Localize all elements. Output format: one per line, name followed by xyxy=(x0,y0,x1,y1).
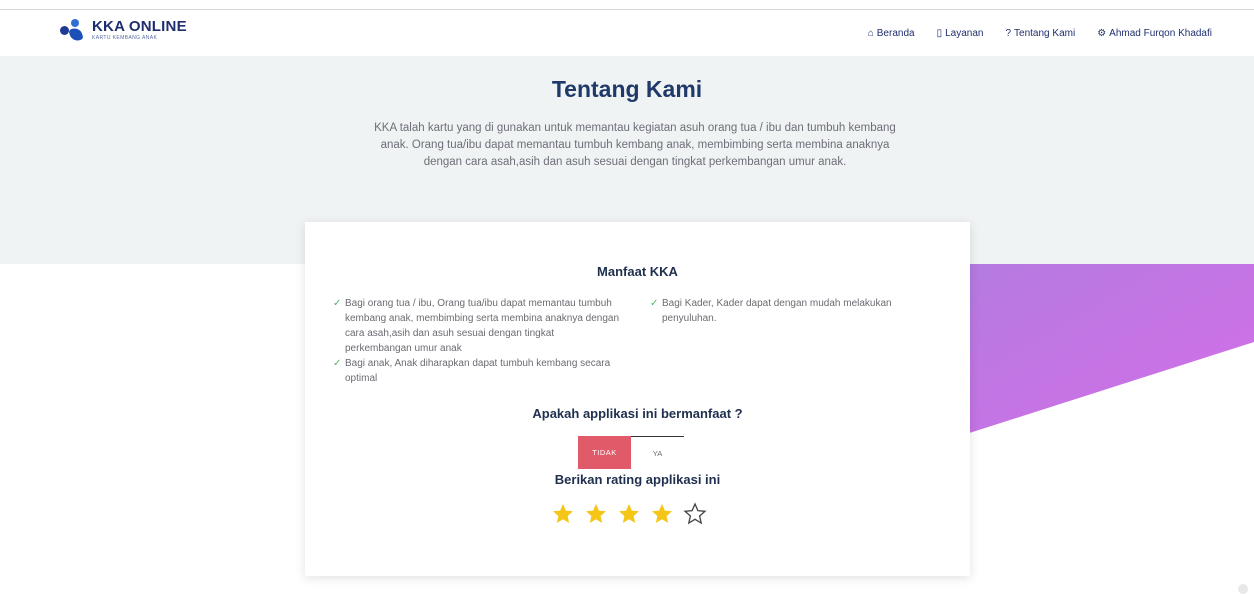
navbar: KKA ONLINE KARTU KEMBANG ANAK ⌂ Beranda … xyxy=(0,10,1254,56)
benefit-item: ✓ Bagi anak, Anak diharapkan dapat tumbu… xyxy=(333,358,611,384)
check-icon: ✓ xyxy=(333,358,342,369)
star-empty-icon[interactable] xyxy=(683,502,707,526)
brand-subtitle: KARTU KEMBANG ANAK xyxy=(92,35,158,41)
star-filled-icon[interactable] xyxy=(584,502,608,526)
nav-item-user[interactable]: ⚙ Ahmad Furqon Khadafi xyxy=(1097,28,1212,39)
nav-item-beranda[interactable]: ⌂ Beranda xyxy=(868,28,915,39)
check-icon: ✓ xyxy=(650,298,659,309)
no-button[interactable]: TIDAK xyxy=(578,436,631,469)
gear-icon: ⚙ xyxy=(1097,28,1107,39)
star-filled-icon[interactable] xyxy=(650,502,674,526)
yes-button[interactable]: YA xyxy=(631,436,684,469)
nav-label: Ahmad Furqon Khadafi xyxy=(1109,28,1212,39)
page-title: Tentang Kami xyxy=(551,76,703,102)
nav-item-layanan[interactable]: ▯ Layanan xyxy=(937,28,984,39)
rating-label: Berikan rating applikasi ini xyxy=(554,472,721,487)
nav-label: Tentang Kami xyxy=(1014,28,1076,39)
benefit-item: ✓ Bagi orang tua / ibu, Orang tua/ibu da… xyxy=(333,298,620,354)
nav-menu: ⌂ Beranda ▯ Layanan ? Tentang Kami ⚙ Ahm… xyxy=(868,28,1212,39)
manfaat-card: Manfaat KKA ✓ Bagi orang tua / ibu, Oran… xyxy=(305,222,970,576)
benefits-right: ✓ Bagi Kader, Kader dapat dengan mudah m… xyxy=(650,296,930,326)
home-icon: ⌂ xyxy=(867,28,874,39)
kka-logo-icon xyxy=(60,18,86,43)
scroll-indicator[interactable] xyxy=(1238,584,1248,594)
brand-title: KKA ONLINE xyxy=(92,18,187,35)
page: KKA ONLINE KARTU KEMBANG ANAK ⌂ Beranda … xyxy=(0,0,1254,594)
question-icon: ? xyxy=(1005,28,1012,39)
nav-item-tentang-kami[interactable]: ? Tentang Kami xyxy=(1005,28,1075,39)
brand-logo-link[interactable]: KKA ONLINE KARTU KEMBANG ANAK xyxy=(60,18,187,43)
purple-decoration xyxy=(960,264,1254,436)
star-filled-icon[interactable] xyxy=(617,502,641,526)
hero-description: KKA talah kartu yang di gunakan untuk me… xyxy=(374,122,896,168)
bookmark-icon: ▯ xyxy=(936,28,943,39)
star-filled-icon[interactable] xyxy=(551,502,575,526)
check-icon: ✓ xyxy=(333,298,342,309)
benefits-left: ✓ Bagi orang tua / ibu, Orang tua/ibu da… xyxy=(333,296,623,386)
benefit-item: ✓ Bagi Kader, Kader dapat dengan mudah m… xyxy=(650,298,892,324)
card-title: Manfaat KKA xyxy=(597,264,678,279)
star-rating xyxy=(551,502,707,526)
answer-buttons: TIDAK YA xyxy=(578,436,684,469)
usefulness-question: Apakah applikasi ini bermanfaat ? xyxy=(532,406,743,421)
nav-label: Beranda xyxy=(876,28,915,39)
nav-label: Layanan xyxy=(945,28,984,39)
